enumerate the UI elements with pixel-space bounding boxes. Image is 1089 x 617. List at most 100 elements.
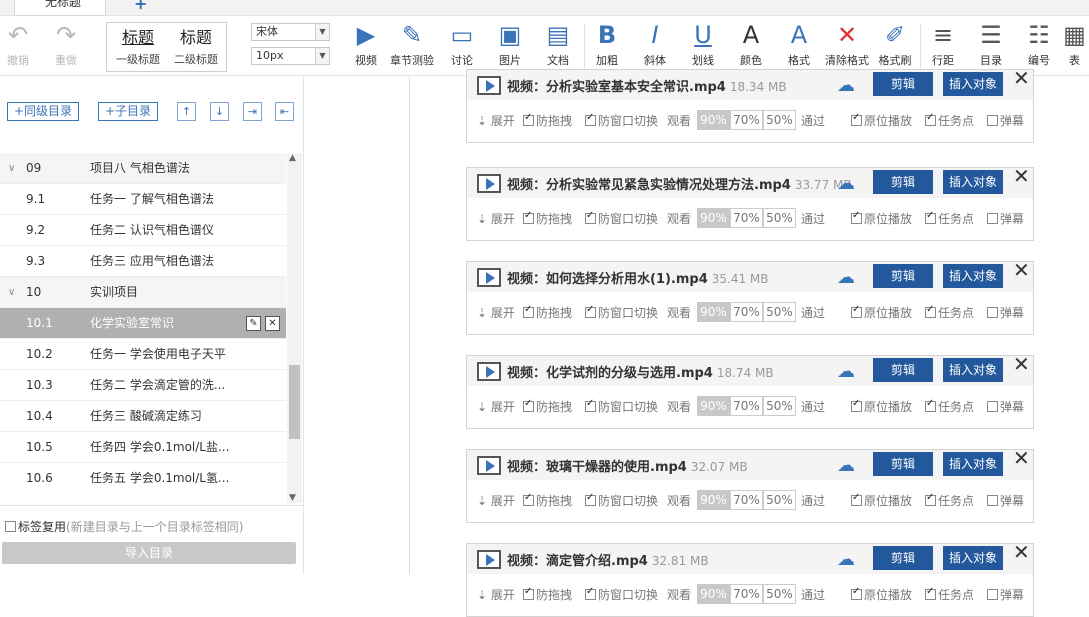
original-play-checkbox[interactable]: 原位播放 bbox=[851, 112, 912, 129]
table-button[interactable]: ▦ 表 bbox=[1060, 18, 1089, 72]
watch-70-option[interactable]: 70% bbox=[730, 490, 763, 510]
close-icon[interactable]: ✕ bbox=[1013, 258, 1030, 282]
video-card[interactable]: 视频：玻璃干燥器的使用.mp432.07 MB ☁ 剪辑插入对象 ✕ ⇣ 展开 防拖拽 防窗… bbox=[466, 446, 1034, 523]
outline-row[interactable]: 10.3 任务二 学会滴定管的洗... bbox=[0, 370, 286, 401]
indent-icon[interactable]: ⇥ bbox=[243, 102, 262, 121]
bold-button[interactable]: B 加粗 bbox=[585, 18, 629, 72]
add-tab-icon[interactable]: + bbox=[134, 0, 147, 13]
close-icon[interactable]: ✕ bbox=[1013, 446, 1030, 470]
insert-video-button[interactable]: ▶ 视频 bbox=[344, 18, 388, 72]
insert-object-button[interactable]: 插入对象 bbox=[943, 264, 1003, 288]
heading2-style[interactable]: 标题 二级标题 bbox=[167, 25, 225, 67]
delete-icon[interactable]: ✕ bbox=[265, 316, 280, 331]
edit-video-button[interactable]: 剪辑 bbox=[873, 546, 933, 570]
outdent-icon[interactable]: ⇤ bbox=[275, 102, 294, 121]
task-point-checkbox[interactable]: 任务点 bbox=[925, 112, 974, 129]
video-card[interactable]: 视频：分析实验室基本安全常识.mp418.34 MB ☁ 剪辑插入对象 ✕ ⇣ 展开 防拖… bbox=[466, 66, 1034, 143]
outline-row[interactable]: 10.2 任务一 学会使用电子天平 bbox=[0, 339, 286, 370]
task-point-checkbox[interactable]: 任务点 bbox=[925, 586, 974, 603]
watch-70-option[interactable]: 70% bbox=[730, 396, 763, 416]
toc-button[interactable]: ☰ 目录 bbox=[969, 18, 1013, 72]
expand-toggle[interactable]: ⇣ 展开 bbox=[477, 304, 515, 321]
scroll-up-icon[interactable]: ▲ bbox=[289, 153, 296, 163]
anti-drag-checkbox[interactable]: 防拖拽 bbox=[523, 398, 572, 415]
anti-switch-checkbox[interactable]: 防窗口切换 bbox=[585, 210, 658, 227]
original-play-checkbox[interactable]: 原位播放 bbox=[851, 586, 912, 603]
cloud-sync-icon[interactable]: ☁ bbox=[837, 267, 855, 288]
expand-toggle[interactable]: ⇣ 展开 bbox=[477, 398, 515, 415]
original-play-checkbox[interactable]: 原位播放 bbox=[851, 304, 912, 321]
chevron-down-icon[interactable]: ∨ bbox=[8, 277, 15, 308]
original-play-checkbox[interactable]: 原位播放 bbox=[851, 210, 912, 227]
expand-toggle[interactable]: ⇣ 展开 bbox=[477, 210, 515, 227]
cloud-sync-icon[interactable]: ☁ bbox=[837, 361, 855, 382]
video-card[interactable]: 视频：如何选择分析用水(1).mp435.41 MB ☁ 剪辑插入对象 ✕ ⇣ 展开 防拖… bbox=[466, 258, 1034, 335]
watch-90-option[interactable]: 90% bbox=[697, 490, 730, 510]
anti-switch-checkbox[interactable]: 防窗口切换 bbox=[585, 304, 658, 321]
format-painter-button[interactable]: ✐ 格式刷 bbox=[873, 18, 917, 72]
watch-70-option[interactable]: 70% bbox=[730, 584, 763, 604]
insert-object-button[interactable]: 插入对象 bbox=[943, 546, 1003, 570]
anti-drag-checkbox[interactable]: 防拖拽 bbox=[523, 586, 572, 603]
move-up-icon[interactable]: ↑ bbox=[177, 102, 196, 121]
chapter-quiz-button[interactable]: ✎ 章节测验 bbox=[390, 18, 434, 72]
close-icon[interactable]: ✕ bbox=[1013, 352, 1030, 376]
add-child-button[interactable]: +子目录 bbox=[98, 102, 159, 121]
font-size-select[interactable]: 10px ▼ bbox=[251, 47, 330, 65]
outline-row[interactable]: 10.4 任务三 酸碱滴定练习 bbox=[0, 401, 286, 432]
edit-video-button[interactable]: 剪辑 bbox=[873, 170, 933, 194]
expand-toggle[interactable]: ⇣ 展开 bbox=[477, 112, 515, 129]
redo-button[interactable]: ↷ 重做 bbox=[44, 18, 88, 72]
import-outline-button[interactable]: 导入目录 bbox=[2, 542, 296, 564]
task-point-checkbox[interactable]: 任务点 bbox=[925, 492, 974, 509]
bullet-comment-checkbox[interactable]: 弹幕 bbox=[987, 398, 1024, 415]
watch-70-option[interactable]: 70% bbox=[730, 302, 763, 322]
font-color-button[interactable]: A 颜色 bbox=[729, 18, 773, 72]
undo-button[interactable]: ↶ 撤销 bbox=[0, 18, 40, 72]
outline-group-row[interactable]: ∨ 09 项目八 气相色谱法 bbox=[0, 153, 286, 184]
format-button[interactable]: A 格式 bbox=[777, 18, 821, 72]
editor-canvas[interactable]: 视频：分析实验室基本安全常识.mp418.34 MB☁剪辑插入对象✕⇣ 展开防拖… bbox=[305, 66, 1089, 617]
expand-toggle[interactable]: ⇣ 展开 bbox=[477, 492, 515, 509]
insert-object-button[interactable]: 插入对象 bbox=[943, 358, 1003, 382]
numbering-button[interactable]: ☷ 编号 bbox=[1017, 18, 1061, 72]
original-play-checkbox[interactable]: 原位播放 bbox=[851, 492, 912, 509]
watch-90-option[interactable]: 90% bbox=[697, 302, 730, 322]
close-icon[interactable]: ✕ bbox=[1013, 540, 1030, 564]
move-down-icon[interactable]: ↓ bbox=[210, 102, 229, 121]
edit-video-button[interactable]: 剪辑 bbox=[873, 72, 933, 96]
bullet-comment-checkbox[interactable]: 弹幕 bbox=[987, 492, 1024, 509]
bullet-comment-checkbox[interactable]: 弹幕 bbox=[987, 304, 1024, 321]
video-card[interactable]: 视频：化学试剂的分级与选用.mp418.74 MB ☁ 剪辑插入对象 ✕ ⇣ 展开 防拖拽… bbox=[466, 352, 1034, 429]
anti-drag-checkbox[interactable]: 防拖拽 bbox=[523, 492, 572, 509]
outline-row[interactable]: 10.1 化学实验室常识 ✎ ✕ bbox=[0, 308, 286, 339]
edit-video-button[interactable]: 剪辑 bbox=[873, 264, 933, 288]
underline-button[interactable]: U 划线 bbox=[681, 18, 725, 72]
anti-switch-checkbox[interactable]: 防窗口切换 bbox=[585, 586, 658, 603]
anti-switch-checkbox[interactable]: 防窗口切换 bbox=[585, 398, 658, 415]
bullet-comment-checkbox[interactable]: 弹幕 bbox=[987, 210, 1024, 227]
outline-row[interactable]: 9.3 任务三 应用气相色谱法 bbox=[0, 246, 286, 277]
discussion-button[interactable]: ▭ 讨论 bbox=[440, 18, 484, 72]
outline-group-row[interactable]: ∨ 10 实训项目 bbox=[0, 277, 286, 308]
watch-70-option[interactable]: 70% bbox=[730, 110, 763, 130]
watch-50-option[interactable]: 50% bbox=[763, 302, 796, 322]
edit-video-button[interactable]: 剪辑 bbox=[873, 358, 933, 382]
insert-object-button[interactable]: 插入对象 bbox=[943, 72, 1003, 96]
line-spacing-button[interactable]: ≡ 行距 bbox=[921, 18, 965, 72]
outline-scrollbar[interactable]: ▲ ▼ bbox=[287, 153, 302, 503]
cloud-sync-icon[interactable]: ☁ bbox=[837, 75, 855, 96]
watch-90-option[interactable]: 90% bbox=[697, 396, 730, 416]
anti-drag-checkbox[interactable]: 防拖拽 bbox=[523, 112, 572, 129]
italic-button[interactable]: I 斜体 bbox=[633, 18, 677, 72]
watch-50-option[interactable]: 50% bbox=[763, 110, 796, 130]
watch-50-option[interactable]: 50% bbox=[763, 208, 796, 228]
video-card[interactable]: 视频：滴定管介绍.mp432.81 MB ☁ 剪辑插入对象 ✕ ⇣ 展开 防拖拽 防窗口切换… bbox=[466, 540, 1034, 617]
insert-object-button[interactable]: 插入对象 bbox=[943, 452, 1003, 476]
document-tab[interactable]: 无标题 bbox=[14, 0, 106, 16]
clear-format-button[interactable]: ✕ 清除格式 bbox=[825, 18, 869, 72]
add-sibling-button[interactable]: +同级目录 bbox=[7, 102, 80, 121]
edit-icon[interactable]: ✎ bbox=[246, 316, 261, 331]
heading1-style[interactable]: 标题 一级标题 bbox=[109, 25, 167, 67]
anti-drag-checkbox[interactable]: 防拖拽 bbox=[523, 304, 572, 321]
